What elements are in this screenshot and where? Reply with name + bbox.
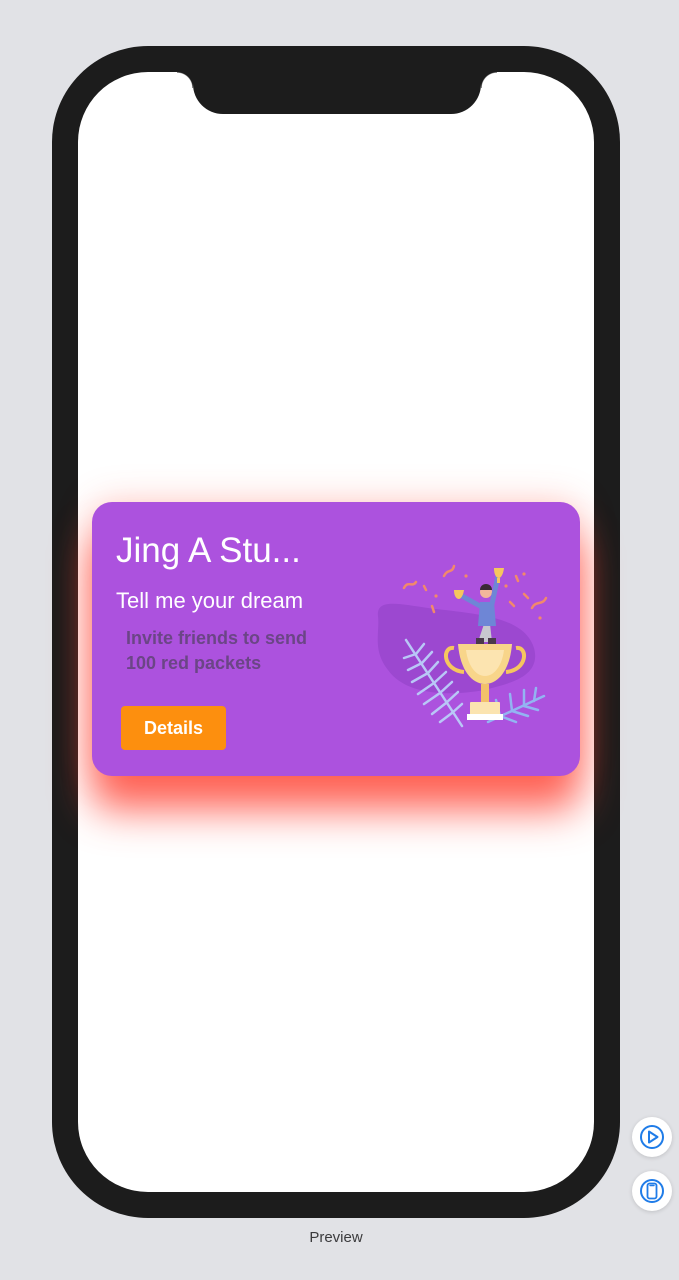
play-preview-button[interactable] — [632, 1117, 672, 1157]
phone-notch — [177, 72, 497, 114]
card-title: Jing A Stu... — [116, 531, 301, 570]
card-description: Invite friends to send 100 red packets — [126, 628, 308, 673]
preview-label: Preview — [309, 1229, 363, 1246]
promo-card[interactable]: Jing A Stu... Tell me your dream Invite … — [92, 502, 580, 776]
card-subtitle: Tell me your dream — [116, 588, 304, 613]
details-button[interactable]: Details — [121, 706, 226, 750]
device-settings-button[interactable] — [632, 1171, 672, 1211]
device-icon — [640, 1179, 664, 1203]
trophy-celebration-illustration — [377, 564, 548, 728]
play-icon — [640, 1125, 664, 1149]
